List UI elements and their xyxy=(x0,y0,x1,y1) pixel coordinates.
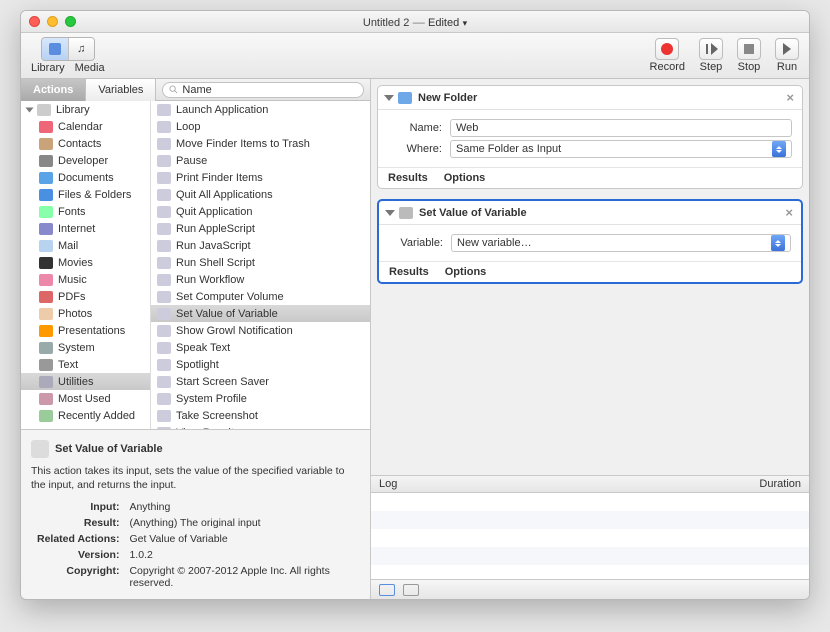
chevron-updown-icon xyxy=(772,141,786,157)
action-item[interactable]: Launch Application xyxy=(151,101,370,118)
play-icon xyxy=(783,43,791,55)
action-list[interactable]: Launch ApplicationLoopMove Finder Items … xyxy=(151,101,370,429)
category-item[interactable]: Recently Added xyxy=(21,407,150,424)
step-icon xyxy=(706,44,716,54)
name-label: Name: xyxy=(388,122,442,134)
tab-variables[interactable]: Variables xyxy=(86,79,156,101)
toolbar: ♫ Library Media Record Step Stop Run xyxy=(21,33,809,79)
library-root[interactable]: Library xyxy=(21,101,150,118)
view-mode-2-button[interactable] xyxy=(403,584,419,596)
view-mode-1-button[interactable] xyxy=(379,584,395,596)
search-icon xyxy=(169,85,178,94)
action-item[interactable]: Pause xyxy=(151,152,370,169)
folder-icon xyxy=(398,92,412,104)
options-button[interactable]: Options xyxy=(444,172,486,184)
close-card-button[interactable]: × xyxy=(786,90,794,105)
name-field[interactable] xyxy=(450,119,792,137)
category-item[interactable]: Photos xyxy=(21,305,150,322)
action-item[interactable]: Quit All Applications xyxy=(151,186,370,203)
info-title: Set Value of Variable xyxy=(55,443,163,455)
window-title: Untitled 2 — Edited ▾ xyxy=(21,15,809,29)
action-item[interactable]: Run Shell Script xyxy=(151,254,370,271)
variable-label: Variable: xyxy=(389,237,443,249)
where-label: Where: xyxy=(388,143,442,155)
category-item[interactable]: Files & Folders xyxy=(21,186,150,203)
action-item[interactable]: Move Finder Items to Trash xyxy=(151,135,370,152)
action-item[interactable]: Run JavaScript xyxy=(151,237,370,254)
info-panel: Set Value of Variable This action takes … xyxy=(21,429,370,599)
stop-icon xyxy=(744,44,754,54)
variable-select[interactable]: New variable… xyxy=(451,234,791,252)
info-table: Input:Anything Result:(Anything) The ori… xyxy=(31,498,360,592)
disclosure-icon[interactable] xyxy=(385,210,395,216)
category-item[interactable]: Most Used xyxy=(21,390,150,407)
media-label: Media xyxy=(75,62,105,74)
category-item[interactable]: Documents xyxy=(21,169,150,186)
workflow-canvas[interactable]: New Folder × Name: Where: Same Folder as… xyxy=(371,79,809,475)
category-item[interactable]: Fonts xyxy=(21,203,150,220)
chevron-updown-icon xyxy=(771,235,785,251)
action-item[interactable]: System Profile xyxy=(151,390,370,407)
automator-icon xyxy=(31,440,49,458)
category-item[interactable]: Movies xyxy=(21,254,150,271)
stop-button[interactable]: Stop xyxy=(737,38,761,73)
step-button[interactable]: Step xyxy=(699,38,723,73)
utility-icon xyxy=(399,207,413,219)
action-item[interactable]: Quit Application xyxy=(151,203,370,220)
log-header: Log Duration xyxy=(371,475,809,493)
app-window: Untitled 2 — Edited ▾ ♫ Library Media Rec… xyxy=(20,10,810,600)
library-panel: Actions Variables Name LibraryCalendarCo… xyxy=(21,79,371,599)
category-item[interactable]: Calendar xyxy=(21,118,150,135)
close-card-button[interactable]: × xyxy=(785,205,793,220)
search-placeholder: Name xyxy=(182,84,211,96)
titlebar[interactable]: Untitled 2 — Edited ▾ xyxy=(21,11,809,33)
run-button[interactable]: Run xyxy=(775,38,799,73)
media-toggle[interactable]: ♫ xyxy=(68,38,94,60)
card-title: Set Value of Variable xyxy=(419,207,527,219)
category-item[interactable]: Music xyxy=(21,271,150,288)
results-button[interactable]: Results xyxy=(389,266,429,278)
card-title: New Folder xyxy=(418,92,477,104)
category-item[interactable]: Presentations xyxy=(21,322,150,339)
category-item[interactable]: System xyxy=(21,339,150,356)
category-item[interactable]: Utilities xyxy=(21,373,150,390)
category-item[interactable]: Text xyxy=(21,356,150,373)
duration-label: Duration xyxy=(759,478,801,490)
tab-actions[interactable]: Actions xyxy=(21,79,86,101)
action-item[interactable]: Spotlight xyxy=(151,356,370,373)
workflow-card-new-folder[interactable]: New Folder × Name: Where: Same Folder as… xyxy=(377,85,803,189)
category-item[interactable]: Mail xyxy=(21,237,150,254)
library-label: Library xyxy=(31,62,65,74)
action-item[interactable]: Set Computer Volume xyxy=(151,288,370,305)
action-item[interactable]: Start Screen Saver xyxy=(151,373,370,390)
library-toggle[interactable] xyxy=(42,38,68,60)
search-input[interactable]: Name xyxy=(162,82,364,98)
record-icon xyxy=(661,43,673,55)
category-list[interactable]: LibraryCalendarContactsDeveloperDocument… xyxy=(21,101,151,429)
disclosure-icon[interactable] xyxy=(384,95,394,101)
log-area[interactable] xyxy=(371,493,809,579)
options-button[interactable]: Options xyxy=(445,266,487,278)
action-item[interactable]: Take Screenshot xyxy=(151,407,370,424)
info-description: This action takes its input, sets the va… xyxy=(31,464,360,492)
library-media-segment: ♫ Library Media xyxy=(31,37,105,74)
action-item[interactable]: Run AppleScript xyxy=(151,220,370,237)
action-item[interactable]: Loop xyxy=(151,118,370,135)
workflow-panel: New Folder × Name: Where: Same Folder as… xyxy=(371,79,809,599)
action-item[interactable]: Speak Text xyxy=(151,339,370,356)
where-select[interactable]: Same Folder as Input xyxy=(450,140,792,158)
action-item[interactable]: Run Workflow xyxy=(151,271,370,288)
category-item[interactable]: Contacts xyxy=(21,135,150,152)
workflow-card-set-variable[interactable]: Set Value of Variable × Variable: New va… xyxy=(377,199,803,284)
results-button[interactable]: Results xyxy=(388,172,428,184)
action-item[interactable]: Show Growl Notification xyxy=(151,322,370,339)
category-item[interactable]: PDFs xyxy=(21,288,150,305)
log-label: Log xyxy=(379,478,397,490)
action-item[interactable]: Set Value of Variable xyxy=(151,305,370,322)
statusbar xyxy=(371,579,809,599)
category-item[interactable]: Developer xyxy=(21,152,150,169)
category-item[interactable]: Internet xyxy=(21,220,150,237)
record-button[interactable]: Record xyxy=(650,38,685,73)
action-item[interactable]: Print Finder Items xyxy=(151,169,370,186)
